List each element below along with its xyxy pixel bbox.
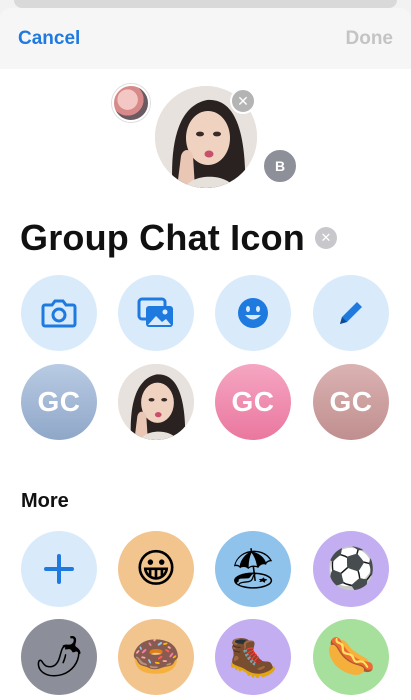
emoji-icon bbox=[238, 298, 268, 328]
photo-library-button[interactable] bbox=[118, 275, 194, 351]
pencil-icon bbox=[340, 302, 362, 324]
monogram-text: GC bbox=[329, 386, 373, 417]
monogram-text: GC bbox=[37, 386, 81, 417]
navigation-bar: Cancel Done bbox=[0, 8, 411, 69]
sheet-grabber bbox=[14, 0, 397, 8]
emoji-option[interactable]: 🥾 bbox=[215, 619, 291, 695]
camera-icon bbox=[41, 299, 77, 328]
photo-option[interactable] bbox=[118, 364, 194, 440]
hiking-boot-emoji: 🥾 bbox=[228, 634, 278, 680]
emoji-option[interactable]: 🍩 bbox=[118, 619, 194, 695]
section-heading-more: More bbox=[21, 490, 69, 512]
soccer-ball-emoji: ⚽ bbox=[326, 546, 376, 592]
action-row bbox=[0, 275, 411, 353]
title-row: Group Chat Icon ✕ bbox=[20, 214, 391, 262]
group-icon-sheet: Cancel Done ✕ B Group Chat Icon ✕ GC GC … bbox=[0, 8, 411, 700]
emoji-option[interactable]: 🌶 bbox=[21, 619, 97, 695]
hot-dog-emoji: 🌭 bbox=[326, 634, 376, 680]
hot-pepper-emoji: 🌶 bbox=[33, 634, 85, 680]
more-row-2: 🌶 🍩 🥾 🌭 bbox=[0, 619, 411, 697]
member-initial-badge: B bbox=[262, 148, 298, 184]
emoji-option[interactable]: ⚽ bbox=[313, 531, 389, 607]
monogram-text: GC bbox=[231, 386, 275, 417]
emoji-option[interactable]: 😀 bbox=[118, 531, 194, 607]
clear-text-icon[interactable]: ✕ bbox=[315, 227, 337, 249]
doughnut-emoji: 🍩 bbox=[131, 634, 181, 680]
add-button[interactable] bbox=[21, 531, 97, 607]
plus-icon bbox=[44, 554, 74, 584]
remove-photo-button[interactable]: ✕ bbox=[230, 88, 256, 114]
cancel-button[interactable]: Cancel bbox=[18, 28, 80, 50]
emoji-option[interactable]: 🏖 bbox=[215, 531, 291, 607]
more-row-1: 😀 🏖 ⚽ bbox=[0, 531, 411, 609]
emoji-button[interactable] bbox=[215, 275, 291, 351]
beach-umbrella-emoji: 🏖 bbox=[227, 546, 279, 592]
group-name-field[interactable]: Group Chat Icon bbox=[20, 217, 305, 259]
member-photo-small bbox=[112, 84, 150, 122]
pencil-button[interactable] bbox=[313, 275, 389, 351]
portrait-thumbnail bbox=[118, 364, 194, 440]
done-button[interactable]: Done bbox=[346, 28, 394, 50]
photo-library-icon bbox=[137, 297, 173, 327]
suggestion-row: GC GC GC bbox=[0, 364, 411, 442]
monogram-option[interactable]: GC bbox=[21, 364, 97, 440]
grinning-face-emoji: 😀 bbox=[135, 546, 177, 592]
monogram-option[interactable]: GC bbox=[215, 364, 291, 440]
monogram-option[interactable]: GC bbox=[313, 364, 389, 440]
emoji-option[interactable]: 🌭 bbox=[313, 619, 389, 695]
camera-button[interactable] bbox=[21, 275, 97, 351]
group-avatar-preview: ✕ B bbox=[0, 80, 411, 190]
